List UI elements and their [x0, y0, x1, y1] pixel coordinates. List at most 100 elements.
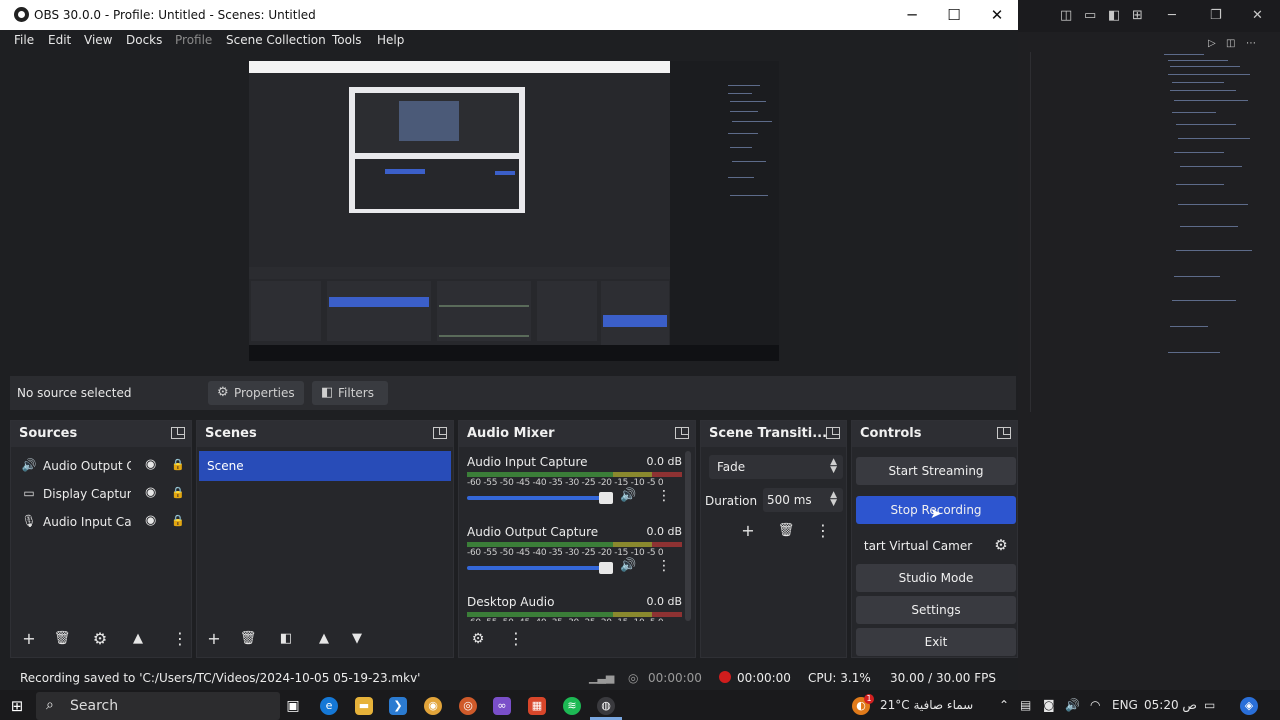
- advanced-audio-gear-icon[interactable]: ⚙: [467, 628, 489, 650]
- menu-view[interactable]: View: [84, 33, 112, 47]
- firefox-icon[interactable]: ◎: [459, 697, 477, 715]
- menu-tools[interactable]: Tools: [332, 33, 362, 47]
- search-label: Search: [70, 698, 119, 714]
- remove-source-icon[interactable]: 🗑: [51, 628, 73, 650]
- scene-filters-icon[interactable]: ◧: [275, 628, 297, 650]
- undock-icon[interactable]: [826, 427, 840, 439]
- minimize-button[interactable]: ─: [898, 4, 926, 26]
- undock-icon[interactable]: [675, 427, 689, 439]
- chrome-icon[interactable]: ◉: [424, 697, 442, 715]
- editor-close-icon[interactable]: ✕: [1252, 8, 1263, 23]
- menu-profile[interactable]: Profile: [175, 33, 212, 47]
- lock-icon[interactable]: 🔒: [171, 458, 185, 471]
- more-options-icon[interactable]: ⋮: [657, 558, 671, 574]
- program-preview[interactable]: [249, 61, 779, 361]
- obs-taskbar-icon[interactable]: ◍: [597, 697, 615, 715]
- language-indicator[interactable]: ENG: [1112, 698, 1138, 712]
- run-icon[interactable]: ▷: [1208, 38, 1216, 49]
- move-up-icon[interactable]: ▲: [127, 628, 149, 650]
- volume-slider-handle[interactable]: [599, 562, 613, 574]
- eye-icon[interactable]: ◉: [145, 485, 156, 500]
- move-up-icon[interactable]: ▲: [313, 628, 335, 650]
- settings-button[interactable]: Settings: [856, 596, 1016, 624]
- duration-spinbox[interactable]: 500 ms ▲ ▼: [763, 488, 843, 512]
- close-button[interactable]: ✕: [983, 4, 1011, 26]
- start-virtual-camera-button[interactable]: tart Virtual Camer: [856, 532, 980, 560]
- menu-docks[interactable]: Docks: [126, 33, 162, 47]
- maximize-button[interactable]: ☐: [940, 4, 968, 26]
- tray-wifi-icon[interactable]: ◠: [1090, 698, 1100, 712]
- menu-help[interactable]: Help: [377, 33, 404, 47]
- more-icon[interactable]: ⋯: [1246, 38, 1256, 49]
- split-editor-icon[interactable]: ◫: [1226, 38, 1235, 49]
- exit-button[interactable]: Exit: [856, 628, 1016, 656]
- updown-arrow-icon[interactable]: ▲ ▼: [830, 491, 837, 508]
- task-view-icon[interactable]: ▣: [284, 697, 302, 715]
- tray-chevron-icon[interactable]: ⌃: [999, 698, 1009, 712]
- properties-button[interactable]: ⚙ Properties: [208, 381, 304, 405]
- source-item-audio-output[interactable]: 🔊 Audio Output C ◉ 🔒: [11, 454, 191, 478]
- more-options-icon[interactable]: ⋮: [812, 520, 834, 542]
- menu-edit[interactable]: Edit: [48, 33, 71, 47]
- undock-icon[interactable]: [171, 427, 185, 439]
- clock[interactable]: 05:20 ص: [1144, 698, 1197, 712]
- scene-item-selected[interactable]: Scene: [199, 451, 451, 481]
- lock-icon[interactable]: 🔒: [171, 486, 185, 499]
- editor-minimize-icon[interactable]: ─: [1168, 8, 1176, 23]
- eye-icon[interactable]: ◉: [145, 513, 156, 528]
- copilot-icon[interactable]: ◈: [1240, 697, 1258, 715]
- more-options-icon[interactable]: ⋮: [169, 628, 191, 650]
- move-down-icon[interactable]: ▼: [346, 628, 368, 650]
- tray-app-icon[interactable]: ▤: [1020, 698, 1031, 712]
- undock-icon[interactable]: [997, 427, 1011, 439]
- menu-scene-collection[interactable]: Scene Collection: [226, 33, 326, 47]
- visual-studio-icon[interactable]: ∞: [493, 697, 511, 715]
- spotify-icon[interactable]: ≋: [563, 697, 581, 715]
- vscode-icon[interactable]: ❯: [389, 697, 407, 715]
- tray-volume-icon[interactable]: 🔊: [1065, 698, 1080, 712]
- split-icon[interactable]: ◧: [1108, 8, 1120, 23]
- grid-icon[interactable]: ⊞: [1132, 8, 1143, 23]
- scenes-dock: Scenes Scene + 🗑 ◧ ▲ ▼: [196, 420, 454, 658]
- add-transition-icon[interactable]: +: [737, 520, 759, 542]
- editor-restore-icon[interactable]: ❐: [1210, 8, 1222, 23]
- eye-icon[interactable]: ◉: [145, 457, 156, 472]
- source-item-display-capture[interactable]: ▭ Display Capture ◉ 🔒: [11, 482, 191, 506]
- volume-slider-handle[interactable]: [599, 492, 613, 504]
- fps-readout: 30.00 / 30.00 FPS: [890, 671, 996, 685]
- layout-icon[interactable]: ◫: [1060, 8, 1072, 23]
- taskbar-search[interactable]: ⌕ Search: [36, 692, 280, 720]
- recording-indicator-icon: [719, 671, 731, 683]
- more-options-icon[interactable]: ⋮: [657, 488, 671, 504]
- volume-slider[interactable]: [467, 566, 607, 570]
- editor-minimap[interactable]: [1164, 54, 1254, 364]
- studio-mode-button[interactable]: Studio Mode: [856, 564, 1016, 592]
- volume-slider[interactable]: [467, 496, 607, 500]
- virtual-camera-gear-icon[interactable]: ⚙: [990, 534, 1012, 556]
- nested-taskbar: [249, 345, 779, 361]
- mixer-scrollbar[interactable]: [685, 451, 691, 621]
- file-explorer-icon[interactable]: ▬: [355, 697, 373, 715]
- store-icon[interactable]: ▦: [528, 697, 546, 715]
- add-source-icon[interactable]: +: [18, 628, 40, 650]
- transition-select[interactable]: Fade ▲ ▼: [709, 455, 843, 479]
- source-properties-gear-icon[interactable]: ⚙: [89, 628, 111, 650]
- filters-button[interactable]: ◧ Filters: [312, 381, 388, 405]
- start-streaming-button[interactable]: Start Streaming: [856, 457, 1016, 485]
- lock-icon[interactable]: 🔒: [171, 514, 185, 527]
- edge-icon[interactable]: e: [320, 697, 338, 715]
- volume-icon[interactable]: 🔊: [620, 488, 636, 503]
- volume-icon[interactable]: 🔊: [620, 558, 636, 573]
- undock-icon[interactable]: [433, 427, 447, 439]
- tray-camera-icon[interactable]: ◙: [1043, 698, 1055, 712]
- more-options-icon[interactable]: ⋮: [505, 628, 527, 650]
- windows-start-icon[interactable]: ⊞: [8, 697, 26, 715]
- add-scene-icon[interactable]: +: [203, 628, 225, 650]
- remove-transition-icon[interactable]: 🗑: [775, 520, 797, 542]
- updown-arrow-icon: ▲ ▼: [830, 457, 837, 475]
- remove-scene-icon[interactable]: 🗑: [237, 628, 259, 650]
- source-item-audio-input[interactable]: 🎙 Audio Input Ca ◉ 🔒: [11, 510, 191, 534]
- panel-icon[interactable]: ▭: [1084, 8, 1096, 23]
- menu-file[interactable]: File: [14, 33, 34, 47]
- notifications-icon[interactable]: ▭: [1204, 698, 1215, 712]
